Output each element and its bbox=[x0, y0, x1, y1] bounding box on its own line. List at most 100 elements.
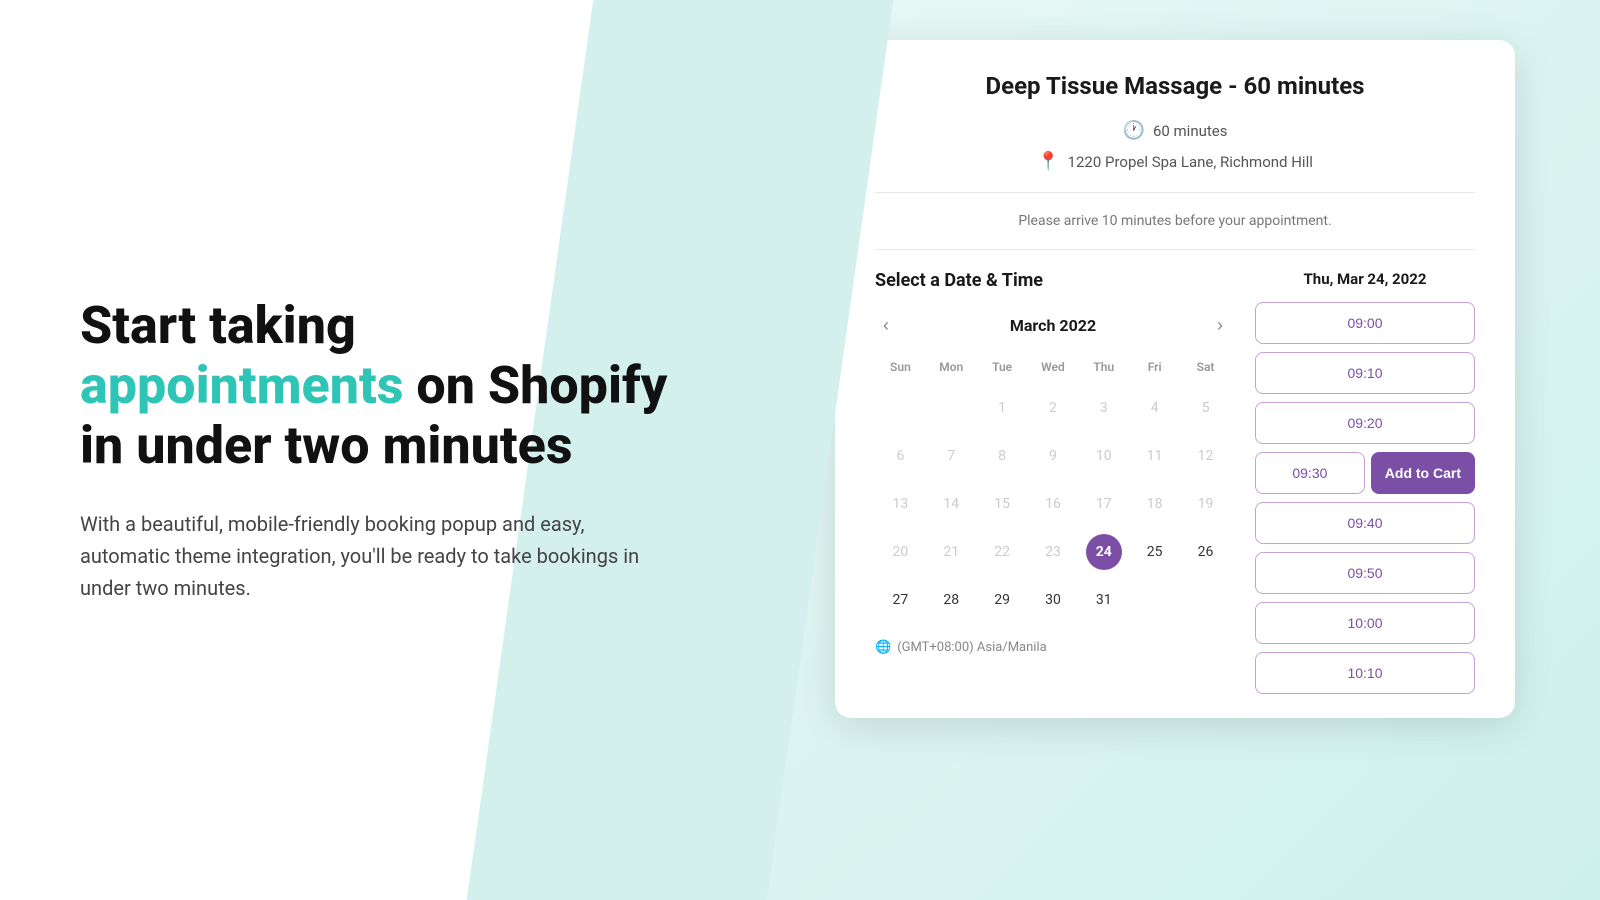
time-slot-button[interactable]: 09:20 bbox=[1255, 402, 1475, 444]
calendar-week-row: 27 28 29 30 31 bbox=[875, 576, 1231, 624]
time-slot-row: 09:30Add to Cart bbox=[1255, 452, 1475, 494]
calendar-header: ‹ March 2022 › bbox=[875, 311, 1231, 340]
time-slot-button[interactable]: 09:00 bbox=[1255, 302, 1475, 344]
calendar-month-label: March 2022 bbox=[1010, 316, 1096, 335]
globe-icon: 🌐 bbox=[875, 640, 891, 655]
time-slot-button[interactable]: 09:40 bbox=[1255, 502, 1475, 544]
calendar-day-cell: 25 bbox=[1129, 528, 1180, 576]
calendar-day-cell: 22 bbox=[977, 528, 1028, 576]
calendar-day-header: Sun bbox=[875, 356, 926, 384]
calendar-day-header: Mon bbox=[926, 356, 977, 384]
calendar-day-cell bbox=[1129, 576, 1180, 624]
calendar-day-cell: 20 bbox=[875, 528, 926, 576]
calendar-day-cell: 10 bbox=[1078, 432, 1129, 480]
calendar-day-cell: 26 bbox=[1180, 528, 1231, 576]
calendar-day: 22 bbox=[984, 534, 1020, 570]
calendar-day: 5 bbox=[1188, 390, 1224, 426]
calendar-day: 17 bbox=[1086, 486, 1122, 522]
calendar-day-cell: 2 bbox=[1028, 384, 1079, 432]
left-content: Start taking appointments on Shopify in … bbox=[80, 296, 670, 603]
card-title: Deep Tissue Massage - 60 minutes bbox=[875, 72, 1475, 100]
calendar-day-cell: 31 bbox=[1078, 576, 1129, 624]
headline-accent: appointments bbox=[80, 355, 403, 416]
booking-card: Deep Tissue Massage - 60 minutes 🕐 60 mi… bbox=[835, 40, 1515, 718]
duration-row: 🕐 60 minutes bbox=[875, 120, 1475, 141]
time-slots-container: 09:00 09:10 09:20 09:30Add to Cart 09:40 09:5… bbox=[1255, 302, 1475, 694]
calendar-day[interactable]: 30 bbox=[1035, 582, 1071, 618]
calendar-day-cell: 16 bbox=[1028, 480, 1079, 528]
calendar-day[interactable]: 27 bbox=[882, 582, 918, 618]
calendar-day[interactable]: 25 bbox=[1137, 534, 1173, 570]
calendar-day-cell: 9 bbox=[1028, 432, 1079, 480]
clock-icon: 🕐 bbox=[1123, 120, 1145, 141]
calendar-day: 2 bbox=[1035, 390, 1071, 426]
calendar-day: 16 bbox=[1035, 486, 1071, 522]
calendar-day-header: Wed bbox=[1028, 356, 1079, 384]
calendar-day[interactable]: 31 bbox=[1086, 582, 1122, 618]
calendar-day: 20 bbox=[882, 534, 918, 570]
calendar-day-cell: 8 bbox=[977, 432, 1028, 480]
calendar-day: 23 bbox=[1035, 534, 1071, 570]
calendar-day: 4 bbox=[1137, 390, 1173, 426]
calendar-week-row: 13 141516 17 1819 bbox=[875, 480, 1231, 528]
next-month-button[interactable]: › bbox=[1209, 311, 1231, 340]
calendar-day: 3 bbox=[1086, 390, 1122, 426]
calendar-day[interactable]: 26 bbox=[1188, 534, 1224, 570]
calendar-day-cell: 7 bbox=[926, 432, 977, 480]
calendar-day-cell: 14 bbox=[926, 480, 977, 528]
booking-body: Select a Date & Time ‹ March 2022 › SunM… bbox=[875, 270, 1475, 694]
calendar-day: 8 bbox=[984, 438, 1020, 474]
time-slot-button[interactable]: 09:30 bbox=[1255, 452, 1365, 494]
calendar-day: 9 bbox=[1035, 438, 1071, 474]
calendar-day-cell bbox=[926, 384, 977, 432]
calendar-day-cell: 6 bbox=[875, 432, 926, 480]
time-slot-button[interactable]: 10:10 bbox=[1255, 652, 1475, 694]
timeslot-section: Thu, Mar 24, 2022 09:00 09:10 09:20 09:30Ad… bbox=[1255, 270, 1475, 694]
calendar-week-row: 6789101112 bbox=[875, 432, 1231, 480]
calendar-day: 14 bbox=[933, 486, 969, 522]
add-to-cart-button[interactable]: Add to Cart bbox=[1371, 452, 1475, 494]
subtext: With a beautiful, mobile-friendly bookin… bbox=[80, 508, 640, 604]
left-panel: Start taking appointments on Shopify in … bbox=[0, 0, 750, 900]
calendar-day-cell: 12 bbox=[1180, 432, 1231, 480]
timezone-row: 🌐 (GMT+08:00) Asia/Manila bbox=[875, 640, 1231, 655]
calendar-day-header: Tue bbox=[977, 356, 1028, 384]
location-text: 1220 Propel Spa Lane, Richmond Hill bbox=[1068, 153, 1313, 171]
time-slot-button[interactable]: 09:10 bbox=[1255, 352, 1475, 394]
calendar-day-cell: 13 bbox=[875, 480, 926, 528]
time-slot-button[interactable]: 09:50 bbox=[1255, 552, 1475, 594]
calendar-day-cell: 5 bbox=[1180, 384, 1231, 432]
calendar-day-cell: 23 bbox=[1028, 528, 1079, 576]
calendar-day-cell: 27 bbox=[875, 576, 926, 624]
calendar-body: 1234567891011121314151617181920212223242… bbox=[875, 384, 1231, 624]
calendar-day-cell: 15 bbox=[977, 480, 1028, 528]
calendar-day: 7 bbox=[933, 438, 969, 474]
calendar-day-cell: 29 bbox=[977, 576, 1028, 624]
headline: Start taking appointments on Shopify in … bbox=[80, 296, 670, 475]
calendar-day-cell: 24 bbox=[1078, 528, 1129, 576]
calendar-header-row: SunMonTueWedThuFriSat bbox=[875, 356, 1231, 384]
calendar-day[interactable]: 24 bbox=[1086, 534, 1122, 570]
calendar-day-cell bbox=[875, 384, 926, 432]
calendar-day: 12 bbox=[1188, 438, 1224, 474]
prev-month-button[interactable]: ‹ bbox=[875, 311, 897, 340]
calendar-day: 18 bbox=[1137, 486, 1173, 522]
calendar-day: 1 bbox=[984, 390, 1020, 426]
calendar-day-cell: 4 bbox=[1129, 384, 1180, 432]
calendar-day[interactable]: 29 bbox=[984, 582, 1020, 618]
selected-date-label: Thu, Mar 24, 2022 bbox=[1255, 270, 1475, 288]
section-title: Select a Date & Time bbox=[875, 270, 1231, 291]
calendar-day: 6 bbox=[882, 438, 918, 474]
timezone-text: (GMT+08:00) Asia/Manila bbox=[897, 640, 1047, 655]
calendar-day-cell: 19 bbox=[1180, 480, 1231, 528]
calendar-day[interactable]: 28 bbox=[933, 582, 969, 618]
calendar-day-cell: 17 bbox=[1078, 480, 1129, 528]
calendar-day: 13 bbox=[882, 486, 918, 522]
calendar-day: 10 bbox=[1086, 438, 1122, 474]
notice-text: Please arrive 10 minutes before your app… bbox=[875, 213, 1475, 229]
calendar-day-cell bbox=[1180, 576, 1231, 624]
divider-2 bbox=[875, 249, 1475, 250]
time-slot-button[interactable]: 10:00 bbox=[1255, 602, 1475, 644]
calendar-day: 21 bbox=[933, 534, 969, 570]
calendar-day-cell: 21 bbox=[926, 528, 977, 576]
